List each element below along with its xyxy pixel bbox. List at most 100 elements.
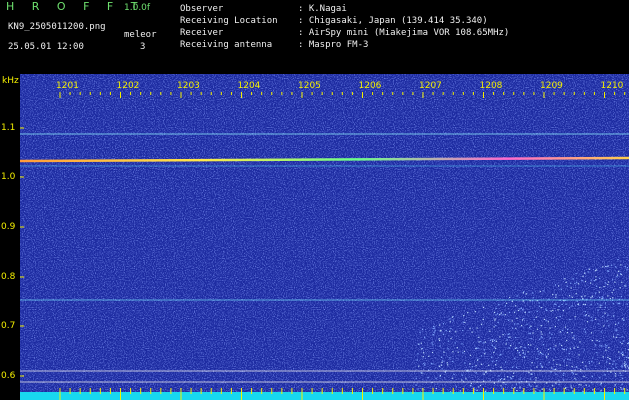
echo-dot bbox=[528, 384, 530, 386]
echo-dot bbox=[614, 384, 616, 386]
echo-dot bbox=[535, 390, 537, 393]
echo-dot bbox=[626, 269, 628, 271]
echo-dot bbox=[522, 349, 524, 351]
echo-dot bbox=[443, 351, 445, 353]
echo-dot bbox=[541, 388, 543, 390]
echo-dot bbox=[617, 302, 619, 305]
echo-dot bbox=[520, 346, 522, 348]
echo-dot bbox=[488, 364, 490, 366]
echo-dot bbox=[538, 302, 540, 304]
echo-dot bbox=[485, 371, 487, 374]
echo-dot bbox=[584, 331, 586, 333]
echo-dot bbox=[577, 283, 580, 285]
x-tick-label: 1207 bbox=[419, 81, 442, 91]
echo-dot bbox=[598, 362, 600, 364]
echo-dot bbox=[508, 333, 510, 335]
echo-dot bbox=[600, 331, 602, 333]
echo-dot bbox=[423, 362, 425, 365]
echo-dot bbox=[605, 346, 607, 348]
echo-dot bbox=[419, 331, 421, 333]
echo-dot bbox=[545, 308, 547, 310]
echo-dot bbox=[540, 307, 542, 309]
echo-dot bbox=[578, 384, 580, 386]
echo-dot bbox=[435, 387, 437, 390]
echo-dot bbox=[597, 309, 599, 311]
echo-dot bbox=[599, 306, 601, 308]
echo-dot bbox=[579, 341, 581, 343]
echo-dot bbox=[442, 333, 445, 335]
echo-dot bbox=[617, 334, 619, 336]
echo-dot bbox=[621, 354, 624, 356]
echo-dot bbox=[530, 385, 532, 387]
echo-dot bbox=[575, 273, 577, 275]
echo-dot bbox=[536, 348, 538, 350]
echo-dot bbox=[596, 352, 598, 354]
echo-dot bbox=[546, 382, 548, 384]
x-tick-label: 1205 bbox=[298, 81, 321, 91]
echo-dot bbox=[569, 319, 571, 321]
echo-dot bbox=[584, 280, 587, 283]
echo-dot bbox=[496, 313, 499, 315]
echo-dot bbox=[602, 266, 604, 268]
echo-dot bbox=[621, 281, 623, 283]
echo-dot bbox=[452, 377, 454, 379]
echo-dot bbox=[491, 339, 493, 341]
echo-dot bbox=[484, 353, 486, 355]
echo-dot bbox=[590, 303, 592, 305]
echo-dot bbox=[480, 323, 483, 325]
echo-dot bbox=[572, 278, 574, 280]
echo-dot bbox=[467, 311, 469, 314]
spectrogram bbox=[20, 74, 629, 400]
echo-dot bbox=[571, 305, 573, 307]
echo-dot bbox=[519, 387, 521, 389]
echo-dot bbox=[499, 336, 501, 338]
echo-dot bbox=[621, 377, 623, 379]
echo-dot bbox=[621, 383, 623, 385]
echo-dot bbox=[477, 347, 479, 349]
echo-dot bbox=[416, 359, 418, 361]
echo-dot bbox=[490, 356, 493, 358]
echo-dot bbox=[535, 316, 537, 318]
echo-dot bbox=[598, 291, 600, 293]
echo-dot bbox=[620, 387, 622, 389]
echo-dot bbox=[615, 323, 617, 325]
echo-dot bbox=[514, 311, 516, 313]
echo-dot bbox=[480, 363, 482, 365]
echo-dot bbox=[587, 271, 589, 273]
echo-dot bbox=[623, 363, 625, 365]
echo-dot bbox=[530, 373, 532, 375]
echo-dot bbox=[595, 292, 597, 294]
echo-dot bbox=[494, 339, 496, 341]
echo-dot bbox=[500, 366, 502, 368]
echo-dot bbox=[469, 328, 471, 330]
echo-dot bbox=[515, 383, 517, 385]
echo-dot bbox=[421, 372, 423, 374]
echo-dot bbox=[434, 330, 436, 332]
echo-dot bbox=[539, 363, 542, 365]
echo-dot bbox=[626, 267, 628, 269]
echo-dot bbox=[452, 351, 454, 353]
echo-dot bbox=[495, 340, 497, 342]
count-label: 3 bbox=[140, 42, 146, 52]
echo-dot bbox=[530, 344, 532, 346]
echo-dot bbox=[530, 338, 532, 340]
echo-dot bbox=[562, 379, 565, 381]
x-tick-label: 1208 bbox=[479, 81, 503, 91]
echo-dot bbox=[549, 332, 551, 334]
echo-dot bbox=[621, 318, 623, 320]
echo-dot bbox=[507, 376, 509, 378]
echo-dot bbox=[596, 339, 598, 342]
echo-dot bbox=[539, 351, 542, 353]
echo-dot bbox=[527, 351, 529, 353]
echo-dot bbox=[431, 342, 433, 344]
echo-dot bbox=[524, 353, 526, 355]
echo-dot bbox=[500, 385, 502, 387]
echo-dot bbox=[438, 365, 440, 367]
echo-dot bbox=[512, 366, 514, 368]
echo-dot bbox=[441, 368, 443, 370]
echo-dot bbox=[601, 345, 603, 347]
echo-dot bbox=[495, 314, 497, 316]
echo-dot bbox=[569, 359, 571, 361]
echo-dot bbox=[597, 323, 599, 325]
echo-dot bbox=[613, 360, 615, 362]
